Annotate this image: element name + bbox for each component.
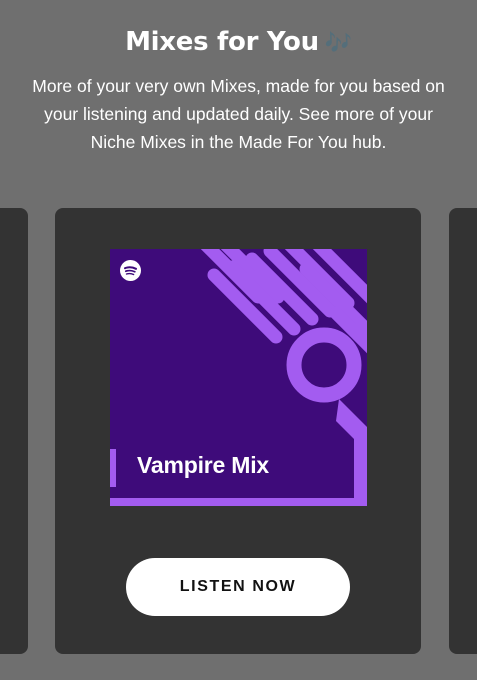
previous-mix-card[interactable] (0, 208, 28, 654)
page-title: Mixes for You 🎶 (0, 22, 477, 64)
mix-cover-art[interactable]: Vampire Mix (110, 249, 367, 506)
page-description: More of your very own Mixes, made for yo… (32, 76, 445, 152)
cover-accent-bar (110, 449, 116, 487)
music-notes-emoji: 🎶 (324, 31, 352, 56)
mix-title: Vampire Mix (137, 452, 270, 478)
cover-bottom-bar (110, 498, 367, 506)
next-mix-card[interactable] (449, 208, 477, 654)
mixes-for-you-screen: Mixes for You 🎶 More of your very own Mix… (0, 0, 477, 680)
header: Mixes for You 🎶 More of your very own Mix… (0, 22, 477, 156)
listen-now-button[interactable]: LISTEN NOW (126, 558, 350, 616)
spotify-icon (120, 260, 141, 281)
page-title-text: Mixes for You (125, 27, 319, 57)
mix-card[interactable]: Vampire Mix LISTEN NOW (55, 208, 421, 654)
